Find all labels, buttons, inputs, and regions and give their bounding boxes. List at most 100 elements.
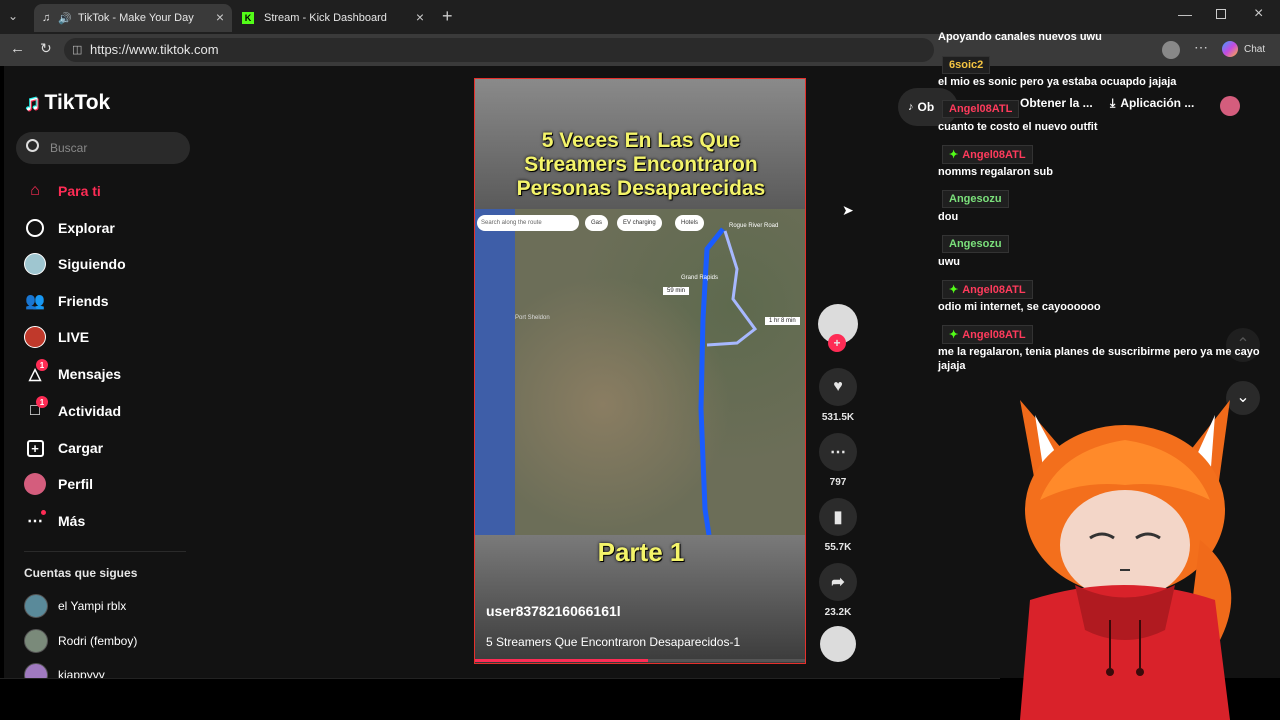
nav-perfil[interactable]: Perfil [24,471,93,497]
nav-label: Siguiendo [58,256,126,272]
reload-icon[interactable]: ↻ [40,40,52,57]
chat-username: Angesozu [942,190,1009,208]
following-item[interactable]: kiappyyy [24,663,105,678]
browser-tab-bar: ⌄ ♫ 🔊 TikTok - Make Your Day × K Stream … [0,0,1280,34]
chat-message: dou [938,211,959,223]
bottom-taskbar [0,678,1000,720]
nav-actividad[interactable]: □ 1 Actividad [24,396,122,424]
sub-badge-icon: ✦ [949,149,959,161]
chat-username: Angesozu [942,235,1009,253]
restore-icon[interactable] [1216,9,1226,19]
nav-label: Explorar [58,220,115,236]
chat-message: me la regalaron, tenia planes de suscrib… [938,346,1260,372]
nav-friends[interactable]: 👥 Friends [24,288,109,314]
pill-label: Ob [917,100,935,114]
chat-message: cuanto te costo el nuevo outfit [938,121,1098,133]
nav-label: Friends [58,293,109,309]
chat-message: nomms regalaron sub [938,166,1053,178]
chat-username: 6soic2 [942,56,991,74]
map-search-input: Search along the route [477,215,579,231]
following-item[interactable]: Rodri (femboy) [24,628,137,654]
avatar[interactable] [1220,96,1240,116]
tab-kick[interactable]: K Stream - Kick Dashboard × [234,4,432,32]
avatar [24,326,46,348]
notification-badge: 1 [36,396,48,408]
nav-cargar[interactable]: + Cargar [24,435,103,461]
route-time-label: 1 hr 8 min [765,317,800,325]
avatar [24,629,48,653]
share-icon: ➦ [819,563,857,601]
back-icon[interactable]: ← [10,40,25,57]
home-icon: ⌂ [30,182,40,199]
tiktok-wordmark: TikTok [44,91,111,114]
avatar [24,473,46,495]
map-image: Search along the route Gas EV charging H… [475,209,805,535]
creator-avatar-button[interactable]: + [816,304,860,352]
map-place-label: Port Sheldon [515,315,550,321]
plus-square-icon: + [24,437,46,459]
map-chip: EV charging [617,215,662,231]
tiktok-logo[interactable]: ♫ TikTok [24,90,110,116]
map-place-label: Rogue River Road [729,223,779,229]
site-info-icon[interactable]: ◫ [72,38,82,62]
avatar [820,626,856,662]
chat-username: ✦ Angel08ATL [942,325,1033,344]
like-button[interactable]: ♥ 531.5K [816,368,860,423]
map-chip: Gas [585,215,609,231]
chat-message: odio mi internet, se cayoooooo [938,301,1101,313]
speaker-icon[interactable]: 🔊 [58,12,74,25]
following-item[interactable]: el Yampi rblx [24,593,126,619]
chat-message: el mio es sonic pero ya estaba ocuapdo j… [938,76,1177,88]
share-button[interactable]: ➦ 23.2K [816,563,860,618]
like-count: 531.5K [821,412,855,423]
minimize-icon[interactable]: — [1178,6,1192,22]
nav-label: Actividad [58,403,122,419]
close-tab-icon[interactable]: × [416,9,424,25]
sidebar-divider [24,551,186,552]
following-header: Cuentas que sigues [24,566,138,580]
tab-tiktok[interactable]: ♫ 🔊 TikTok - Make Your Day × [34,4,232,32]
following-name: Rodri (femboy) [58,634,138,648]
comment-icon: ⋯ [819,433,857,471]
music-disc-button[interactable] [816,626,860,668]
follow-plus-icon[interactable]: + [828,334,846,352]
nav-mas[interactable]: ⋯ Más [24,508,85,534]
search-placeholder: Buscar [50,141,88,155]
get-app-pill[interactable]: Obtener la ... [1020,96,1093,110]
nav-label: Más [58,513,86,529]
tab-list-chevron-icon[interactable]: ⌄ [8,9,18,23]
video-username[interactable]: user8378216066161l [486,603,621,619]
video-part-label: Parte 1 [597,537,685,567]
video-player[interactable]: 5 Veces En Las Que Streamers Encontraron… [474,78,806,664]
chat-message: Apoyando canales nuevos uwu [938,31,1102,43]
video-caption: 5 Streamers Que Encontraron Desaparecido… [486,635,741,649]
share-count: 23.2K [824,607,852,618]
nav-siguiendo[interactable]: Siguiendo [24,251,126,277]
save-button[interactable]: ▮ 55.7K [816,498,860,553]
close-tab-icon[interactable]: × [216,9,224,25]
route-line [698,227,758,535]
comment-button[interactable]: ⋯ 797 [816,433,860,488]
route-time-label: 59 min [663,287,690,295]
new-tab-icon[interactable]: + [442,6,453,27]
video-title-line: Streamers Encontraron [524,153,758,176]
sub-badge-icon: ✦ [949,284,959,296]
tiktok-note-icon: ♫ [24,90,41,115]
avatar [24,663,48,678]
tiktok-favicon-icon: ♫ [42,12,51,24]
search-input[interactable]: Buscar [16,132,190,164]
bookmark-icon: ▮ [819,498,857,536]
coin-icon: ♪ [908,101,914,113]
chat-username: ✦ Angel08ATL [942,145,1033,164]
nav-label: Cargar [58,440,104,456]
video-progress-bar[interactable] [475,659,805,662]
nav-mensajes[interactable]: △ 1 Mensajes [24,359,121,387]
nav-para-ti[interactable]: ⌂ Para ti [24,178,101,204]
url-field[interactable]: ◫ https://www.tiktok.com [64,38,934,62]
send-icon: △ 1 [24,359,48,385]
nav-explorar[interactable]: Explorar [24,215,115,241]
dot-indicator [41,510,46,515]
close-window-icon[interactable]: × [1254,5,1263,23]
nav-live[interactable]: LIVE [24,324,89,350]
download-app-pill[interactable]: ⤓ Aplicación ... [1110,96,1194,111]
